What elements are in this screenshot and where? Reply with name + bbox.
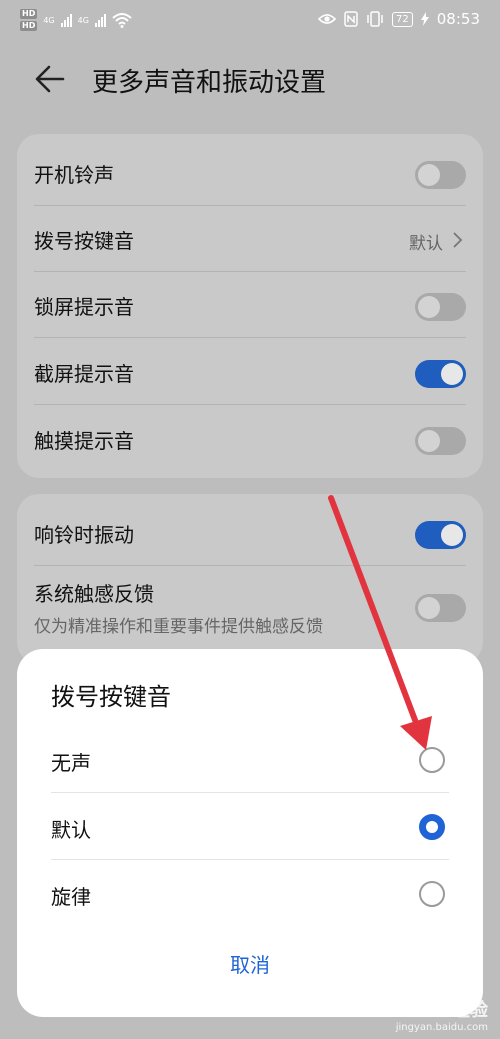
watermark-url: jingyan.baidu.com	[395, 1022, 488, 1033]
setting-label: 系统触感反馈	[34, 582, 154, 606]
toggle-knob	[441, 524, 463, 546]
radio-button[interactable]	[419, 747, 445, 773]
setting-row-vibrate-on-ring[interactable]: 响铃时振动	[17, 500, 483, 566]
divider	[34, 337, 466, 338]
toggle-knob	[418, 164, 440, 186]
dialog-title: 拨号按键音	[51, 683, 171, 711]
settings-group-vibration: 响铃时振动 系统触感反馈 仅为精准操作和重要事件提供触感反馈	[17, 494, 483, 664]
divider	[51, 859, 449, 860]
network-type: 4G	[43, 15, 55, 25]
option-silent[interactable]: 无声	[17, 727, 483, 793]
status-right: 72 08:53	[318, 10, 480, 28]
option-label: 无声	[51, 751, 91, 775]
page-header: 更多声音和振动设置	[0, 56, 500, 104]
divider	[34, 404, 466, 405]
radio-button-selected[interactable]	[419, 814, 445, 840]
chevron-right-icon	[453, 232, 463, 248]
toggle-knob	[418, 296, 440, 318]
divider	[51, 792, 449, 793]
toggle-knob	[441, 363, 463, 385]
lock-screen-sound-toggle[interactable]	[415, 293, 466, 321]
hd-badge: HD	[20, 9, 38, 19]
nfc-icon	[344, 11, 358, 27]
signal-icon	[60, 13, 72, 27]
option-melody[interactable]: 旋律	[17, 861, 483, 927]
setting-row-dial-pad-tone[interactable]: 拨号按键音 默认	[17, 206, 483, 272]
hd-badges: HD HD	[20, 9, 38, 31]
option-default[interactable]: 默认	[17, 794, 483, 860]
toggle-knob	[418, 597, 440, 619]
page-title: 更多声音和振动设置	[92, 68, 327, 98]
setting-row-boot-ringtone[interactable]: 开机铃声	[17, 140, 483, 206]
setting-sublabel: 仅为精准操作和重要事件提供触感反馈	[34, 617, 323, 637]
option-label: 默认	[51, 818, 91, 842]
settings-group-sound: 开机铃声 拨号按键音 默认 锁屏提示音 截屏提示音 触摸提示音	[17, 134, 483, 478]
setting-label: 截屏提示音	[34, 362, 134, 386]
setting-label: 锁屏提示音	[34, 295, 134, 319]
setting-label: 拨号按键音	[34, 229, 134, 253]
watermark-logo: Bai 经验	[413, 1000, 488, 1021]
setting-label: 触摸提示音	[34, 429, 134, 453]
wifi-icon	[112, 13, 132, 28]
setting-row-screenshot-sound[interactable]: 截屏提示音	[17, 339, 483, 405]
vibrate-icon	[367, 11, 383, 27]
status-time: 08:53	[436, 10, 480, 28]
toggle-knob	[418, 430, 440, 452]
network-type: 4G	[77, 15, 89, 25]
touch-sound-toggle[interactable]	[415, 427, 466, 455]
setting-label: 响铃时振动	[34, 523, 134, 547]
screenshot-sound-toggle[interactable]	[415, 360, 466, 388]
setting-row-touch-sound[interactable]: 触摸提示音	[17, 406, 483, 472]
watermark: Bai 经验 jingyan.baidu.com	[396, 996, 488, 1033]
battery-icon: 72	[392, 11, 413, 27]
setting-value: 默认	[409, 234, 443, 254]
status-left: HD HD 4G 4G	[20, 9, 132, 31]
back-arrow-icon[interactable]	[33, 62, 67, 96]
status-bar: HD HD 4G 4G 72 08:53	[0, 0, 500, 40]
setting-label: 开机铃声	[34, 163, 114, 187]
boot-ringtone-toggle[interactable]	[415, 161, 466, 189]
vibrate-on-ring-toggle[interactable]	[415, 521, 466, 549]
eye-icon	[318, 14, 337, 24]
charging-icon	[420, 12, 429, 26]
cancel-button[interactable]: 取消	[17, 949, 483, 978]
radio-button[interactable]	[419, 881, 445, 907]
signal-icon	[94, 13, 106, 27]
option-label: 旋律	[51, 885, 91, 909]
hd-badge: HD	[20, 21, 38, 31]
haptic-feedback-toggle[interactable]	[415, 594, 466, 622]
dial-tone-dialog: 拨号按键音 无声 默认 旋律 取消	[17, 649, 483, 1017]
setting-row-lock-screen-sound[interactable]: 锁屏提示音	[17, 272, 483, 338]
